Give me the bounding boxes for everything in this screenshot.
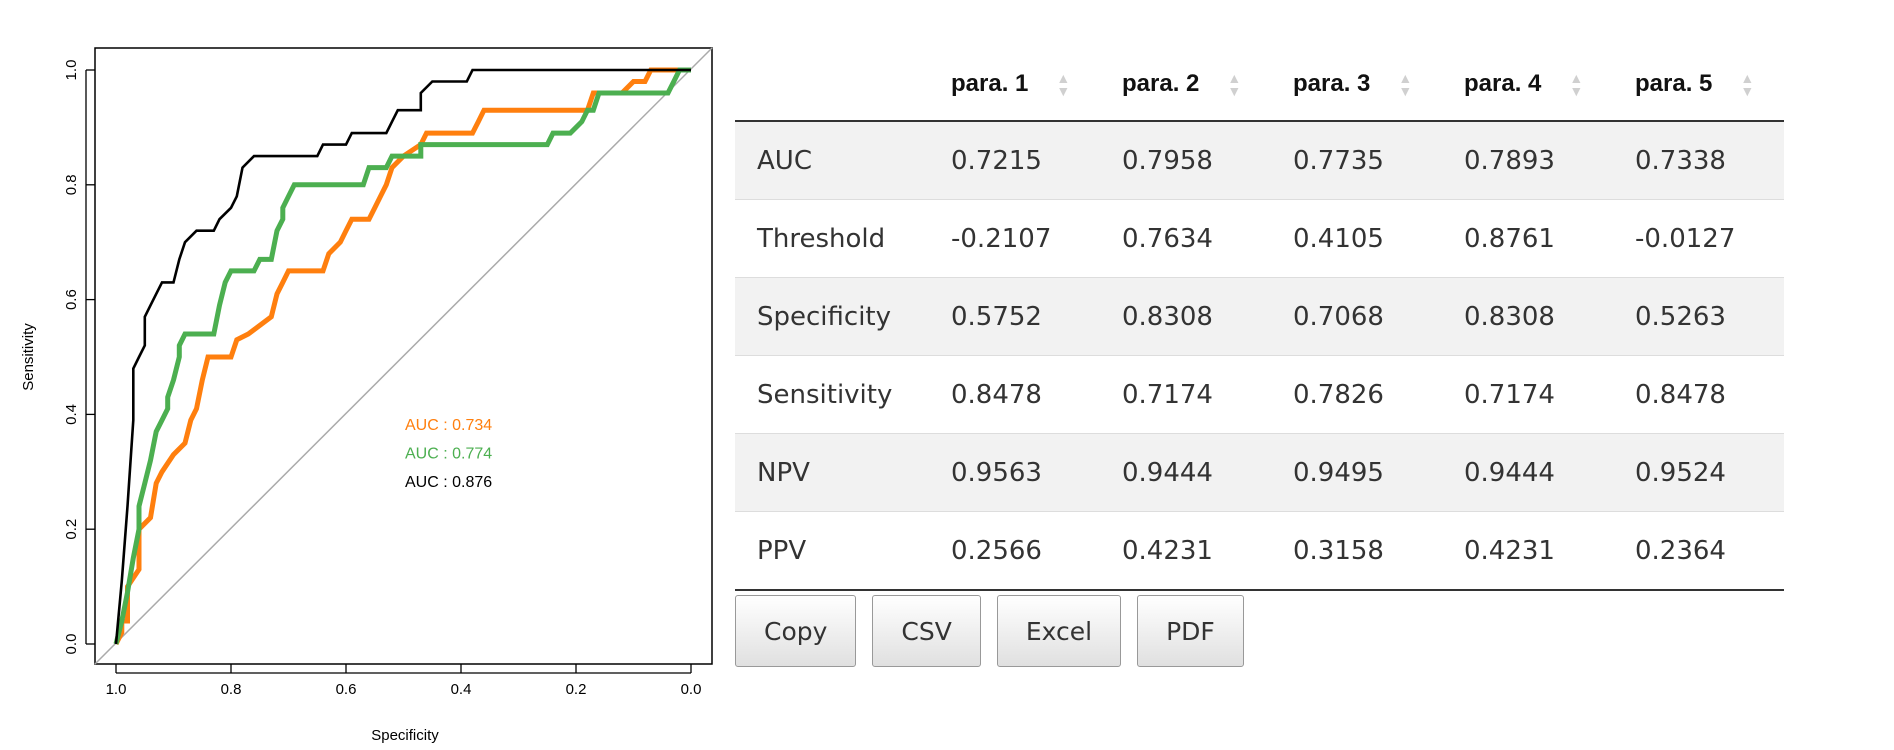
table-cell: -0.2107 <box>929 199 1100 278</box>
header-corner <box>735 48 929 122</box>
table-cell: 0.9444 <box>1442 433 1613 512</box>
column-header[interactable]: para. 4 ▲ ▼ <box>1442 48 1613 122</box>
column-header-label: para. 2 <box>1122 70 1200 97</box>
table-cell: 0.2566 <box>929 511 1100 591</box>
table-cell: 0.7068 <box>1271 277 1442 356</box>
table-cell: 0.8761 <box>1442 199 1613 278</box>
row-label-cell: PPV <box>735 511 929 591</box>
y-tick-label: 0.0 <box>63 634 80 655</box>
table-cell: 0.7826 <box>1271 355 1442 434</box>
auc-annotation: AUC : 0.774 <box>405 446 492 463</box>
y-tick-label: 1.0 <box>63 60 80 81</box>
x-tick-label: 0.4 <box>451 681 472 698</box>
sort-icon[interactable]: ▲ ▼ <box>1740 71 1754 98</box>
table-row: Threshold -0.2107 0.7634 0.4105 0.8761 -0.012… <box>735 199 1784 278</box>
table-cell: 0.8308 <box>1442 277 1613 356</box>
table-cell: 0.7958 <box>1100 120 1271 200</box>
table-cell: 0.4231 <box>1442 511 1613 591</box>
sort-icon[interactable]: ▲ ▼ <box>1398 71 1412 98</box>
table-cell: 0.5752 <box>929 277 1100 356</box>
table-cell: 0.7634 <box>1100 199 1271 278</box>
row-label-cell: NPV <box>735 433 929 512</box>
column-header[interactable]: para. 1 ▲ ▼ <box>929 48 1100 122</box>
table-cell: 0.9495 <box>1271 433 1442 512</box>
copy-button[interactable]: Copy <box>735 595 857 667</box>
x-tick-label: 1.0 <box>106 681 127 698</box>
table-cell: 0.8478 <box>929 355 1100 434</box>
excel-button[interactable]: Excel <box>996 595 1122 667</box>
x-tick-label: 0.0 <box>681 681 702 698</box>
row-label-cell: AUC <box>735 120 929 200</box>
table-cell: 0.7174 <box>1442 355 1613 434</box>
column-header-label: para. 5 <box>1635 70 1713 97</box>
export-buttons: Copy CSV Excel PDF <box>735 595 1244 667</box>
table-cell: 0.9563 <box>929 433 1100 512</box>
table-row: PPV 0.2566 0.4231 0.3158 0.4231 0.2364 <box>735 511 1784 591</box>
table-cell: 0.7338 <box>1613 120 1784 200</box>
row-label-cell: Specificity <box>735 277 929 356</box>
table-row: AUC 0.7215 0.7958 0.7735 0.7893 0.7338 <box>735 120 1784 200</box>
sort-icon[interactable]: ▲ ▼ <box>1227 71 1241 98</box>
column-header[interactable]: para. 5 ▲ ▼ <box>1613 48 1784 122</box>
column-header[interactable]: para. 3 ▲ ▼ <box>1271 48 1442 122</box>
table-row: NPV 0.9563 0.9444 0.9495 0.9444 0.9524 <box>735 433 1784 512</box>
column-header[interactable]: para. 2 ▲ ▼ <box>1100 48 1271 122</box>
x-tick-label: 0.2 <box>566 681 587 698</box>
table-cell: 0.7893 <box>1442 120 1613 200</box>
y-axis-label: Sensitivity <box>20 323 37 391</box>
table-cell: 0.2364 <box>1613 511 1784 591</box>
roc-chart: 1.0 0.8 0.6 0.4 0.2 0.0 0.0 0.2 0.4 0.6 0.8 1.0 AUC … <box>20 47 713 744</box>
row-label-cell: Threshold <box>735 199 929 278</box>
table-cell: 0.4231 <box>1100 511 1271 591</box>
pdf-button[interactable]: PDF <box>1137 595 1244 667</box>
y-tick-label: 0.8 <box>63 174 80 195</box>
table-cell: 0.7174 <box>1100 355 1271 434</box>
row-label-cell: Sensitivity <box>735 355 929 434</box>
table-cell: 0.8478 <box>1613 355 1784 434</box>
auc-annotation: AUC : 0.734 <box>405 417 492 434</box>
x-axis-label: Specificity <box>371 727 439 744</box>
roc-chart-panel: 1.0 0.8 0.6 0.4 0.2 0.0 0.0 0.2 0.4 0.6 0.8 1.0 AUC … <box>0 0 720 750</box>
table-cell: 0.5263 <box>1613 277 1784 356</box>
table-cell: 0.9444 <box>1100 433 1271 512</box>
csv-button[interactable]: CSV <box>872 595 981 667</box>
x-tick-label: 0.8 <box>221 681 242 698</box>
table-cell: 0.4105 <box>1271 199 1442 278</box>
table-cell: 0.7215 <box>929 120 1100 200</box>
table-row: Specificity 0.5752 0.8308 0.7068 0.8308 0.526… <box>735 277 1784 356</box>
column-header-label: para. 4 <box>1464 70 1542 97</box>
auc-annotation: AUC : 0.876 <box>405 474 492 491</box>
table-cell: 0.8308 <box>1100 277 1271 356</box>
sort-icon[interactable]: ▲ ▼ <box>1056 71 1070 98</box>
metrics-table: para. 1 ▲ ▼ para. 2 ▲ ▼ para. 3 ▲ ▼ para. 4 ▲ ▼ para… <box>735 48 1784 591</box>
column-header-label: para. 1 <box>951 70 1029 97</box>
table-cell: -0.0127 <box>1613 199 1784 278</box>
y-tick-label: 0.6 <box>63 289 80 310</box>
table-cell: 0.7735 <box>1271 120 1442 200</box>
table-cell: 0.3158 <box>1271 511 1442 591</box>
table-row: Sensitivity 0.8478 0.7174 0.7826 0.7174 0.847… <box>735 355 1784 434</box>
table-header-row: para. 1 ▲ ▼ para. 2 ▲ ▼ para. 3 ▲ ▼ para. 4 ▲ ▼ para… <box>735 48 1784 122</box>
y-tick-label: 0.4 <box>63 404 80 425</box>
x-tick-label: 0.6 <box>336 681 357 698</box>
metrics-table-panel: para. 1 ▲ ▼ para. 2 ▲ ▼ para. 3 ▲ ▼ para. 4 ▲ ▼ para… <box>735 0 1795 750</box>
table-cell: 0.9524 <box>1613 433 1784 512</box>
sort-icon[interactable]: ▲ ▼ <box>1569 71 1583 98</box>
diagonal-reference-line <box>94 47 713 665</box>
column-header-label: para. 3 <box>1293 70 1371 97</box>
y-tick-label: 0.2 <box>63 519 80 540</box>
